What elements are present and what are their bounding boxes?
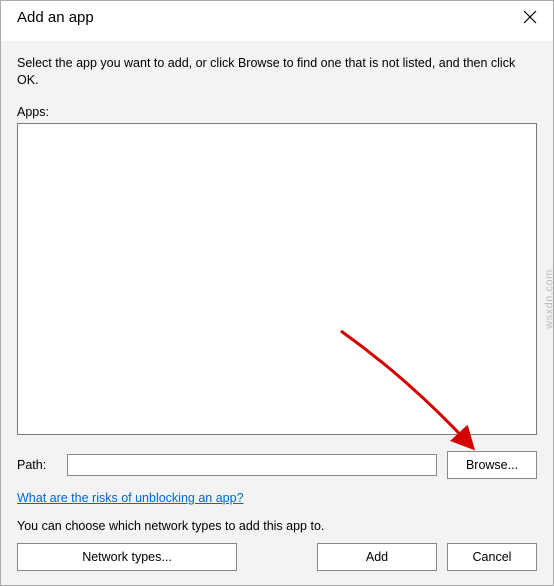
add-app-dialog: Add an app Select the app you want to ad… xyxy=(0,0,554,586)
apps-label: Apps: xyxy=(17,105,537,119)
close-icon xyxy=(523,10,537,24)
browse-button[interactable]: Browse... xyxy=(447,451,537,479)
titlebar: Add an app xyxy=(1,1,553,41)
dialog-content: Select the app you want to add, or click… xyxy=(1,41,553,585)
risks-link[interactable]: What are the risks of unblocking an app? xyxy=(17,491,537,505)
apps-listbox[interactable] xyxy=(17,123,537,435)
network-types-button[interactable]: Network types... xyxy=(17,543,237,571)
dialog-title: Add an app xyxy=(1,1,94,26)
network-types-text: You can choose which network types to ad… xyxy=(17,519,537,533)
add-button[interactable]: Add xyxy=(317,543,437,571)
close-button[interactable] xyxy=(507,1,553,33)
path-label: Path: xyxy=(17,458,57,472)
cancel-button[interactable]: Cancel xyxy=(447,543,537,571)
instruction-text: Select the app you want to add, or click… xyxy=(17,55,537,89)
path-input[interactable] xyxy=(67,454,437,476)
path-row: Path: Browse... xyxy=(17,451,537,479)
bottom-button-row: Network types... Add Cancel xyxy=(17,543,537,571)
